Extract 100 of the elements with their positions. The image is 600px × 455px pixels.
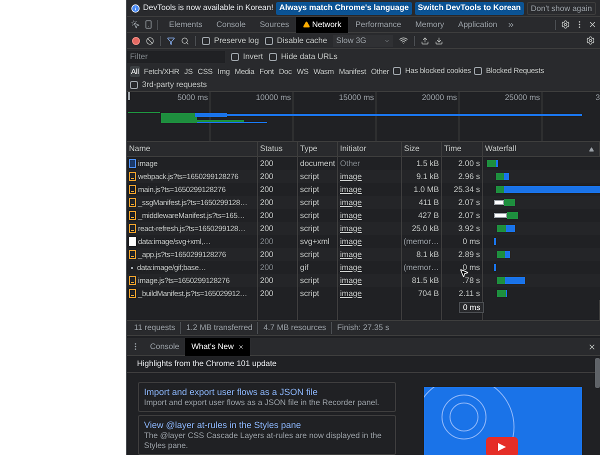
panel-tab[interactable]: Sources — [252, 16, 296, 32]
initiator-link[interactable]: image — [340, 288, 362, 300]
filter-icon[interactable] — [167, 36, 175, 44]
feature-card[interactable]: Import and export user flows as a JSON file Import and export user flows as a JSON file in the Recorder panel. — [138, 382, 396, 412]
table-cell: 2.11 s — [458, 288, 480, 300]
drawer-tab[interactable]: Console — [144, 338, 186, 356]
table-cell: 2.89 s — [458, 248, 480, 260]
filter-field[interactable]: Filter — [127, 50, 225, 62]
infobar-button[interactable]: Don't show again — [526, 2, 596, 14]
info-icon — [131, 4, 140, 12]
network-conditions-icon[interactable] — [399, 36, 408, 45]
script-file-icon — [129, 276, 136, 285]
initiator-link[interactable]: image — [340, 170, 362, 182]
initiator-link[interactable]: image — [340, 248, 362, 260]
timeline-tick-label: 3 — [594, 92, 600, 104]
checkbox[interactable] — [130, 80, 138, 88]
script-file-icon — [129, 289, 136, 298]
table-cell: 25.34 s — [454, 184, 480, 196]
script-file-icon — [129, 250, 136, 259]
checkbox-label: Disable cache — [276, 34, 328, 46]
feature-title[interactable]: View @layer at-rules in the Styles pane — [144, 419, 390, 431]
infobar-button[interactable]: Switch DevTools to Korean — [414, 2, 524, 14]
panel-tab[interactable]: Application — [451, 16, 504, 32]
initiator-link[interactable]: image — [340, 196, 362, 208]
video-thumbnail[interactable] — [424, 387, 582, 455]
checkbox[interactable] — [474, 67, 482, 75]
table-cell: 3.92 s — [458, 222, 480, 234]
table-cell: .78 s — [462, 274, 480, 286]
play-icon[interactable] — [486, 437, 518, 455]
drawer-tab[interactable]: What's New — [185, 338, 250, 356]
initiator-link[interactable]: image — [340, 262, 362, 274]
column-header[interactable]: Status — [258, 142, 298, 156]
search-icon[interactable] — [181, 36, 189, 44]
import-icon[interactable] — [421, 36, 430, 44]
panel-tab[interactable]: Performance — [348, 16, 408, 32]
infobar-button[interactable]: Always match Chrome's language — [276, 2, 412, 14]
column-header[interactable]: Time — [442, 142, 483, 156]
panel-tab[interactable]: Network — [296, 16, 348, 32]
feature-card[interactable]: View @layer at-rules in the Styles pane The @layer CSS Cascade Layers at-rules are now displayed in the Styles pane. — [138, 415, 396, 455]
timeline-tick-label: 20000 ms — [420, 92, 458, 104]
initiator-link[interactable]: image — [340, 222, 362, 234]
panel-tab[interactable]: Elements — [162, 16, 210, 32]
column-header[interactable]: Type — [298, 142, 338, 156]
timeline-marker[interactable] — [128, 92, 130, 100]
initiator-link[interactable]: image — [340, 236, 362, 248]
timeline-tick-label: 15000 ms — [338, 92, 375, 104]
column-header[interactable]: Size — [402, 142, 442, 156]
panel-tab[interactable]: Console — [209, 16, 253, 32]
column-header[interactable]: Waterfall — [483, 142, 600, 156]
settings-icon[interactable] — [561, 20, 570, 29]
table-cell: 0 ms — [462, 262, 480, 274]
more-tabs-icon[interactable] — [507, 20, 516, 28]
initiator-link[interactable]: image — [340, 274, 362, 286]
timeline-tick-label: 10000 ms — [254, 92, 292, 104]
image-file-icon — [129, 237, 136, 246]
clear-icon[interactable] — [146, 36, 154, 44]
table-cell: 704 B — [402, 287, 442, 300]
checkbox[interactable] — [264, 36, 273, 44]
close-icon[interactable] — [588, 20, 597, 29]
table-cell: 2.00 s — [458, 158, 480, 170]
settings-icon[interactable] — [586, 36, 595, 45]
timeline-tick-label: 5000 ms — [176, 92, 209, 104]
throttling-dropdown[interactable]: Slow 3G — [333, 34, 394, 46]
checkbox-label: Preserve log — [214, 34, 259, 46]
status-text: Finish: 27.35 s — [331, 322, 394, 334]
waterfall-bar — [497, 277, 525, 284]
feature-description: Import and export user flows as a JSON file in the Recorder panel. — [144, 398, 380, 408]
device-toolbar-icon[interactable] — [144, 20, 153, 29]
checkbox[interactable] — [393, 67, 402, 75]
script-file-icon — [129, 185, 136, 194]
caret-icon — [384, 38, 390, 44]
column-header[interactable]: Name — [127, 142, 258, 156]
waterfall-bar — [487, 160, 498, 167]
table-cell: 200 — [258, 287, 298, 300]
script-file-icon — [129, 211, 136, 220]
initiator-link[interactable]: image — [340, 184, 362, 196]
initiator-link[interactable]: image — [340, 210, 362, 222]
inspect-icon[interactable] — [131, 20, 140, 29]
timeline-tick-label: 25000 ms — [504, 92, 541, 104]
record-icon[interactable] — [132, 36, 140, 44]
export-icon[interactable] — [435, 36, 444, 44]
feature-title[interactable]: Import and export user flows as a JSON file — [144, 386, 390, 398]
column-header[interactable]: Initiator — [338, 142, 402, 156]
document-icon — [129, 159, 136, 168]
table-cell: 0 ms — [462, 236, 480, 248]
waterfall-bar — [497, 225, 515, 232]
table-cell: 2.07 s — [458, 210, 480, 222]
waterfall-bar — [494, 212, 518, 219]
checkbox[interactable] — [231, 52, 239, 60]
status-text: 1.2 MB transferred — [180, 322, 258, 334]
info-message: DevTools is now available in Korean! — [143, 2, 274, 14]
checkbox[interactable] — [202, 36, 210, 44]
close-icon[interactable] — [588, 342, 596, 350]
table-cell: 2.07 s — [458, 196, 480, 208]
script-file-icon — [129, 198, 136, 207]
feature-description: The @layer CSS Cascade Layers at-rules are now displayed in the Styles pane. — [144, 431, 383, 451]
checkbox-label: 3rd-party requests — [142, 78, 207, 90]
panel-tab[interactable]: Memory — [408, 16, 452, 32]
checkbox[interactable] — [269, 52, 278, 60]
waterfall-bar — [497, 251, 510, 258]
